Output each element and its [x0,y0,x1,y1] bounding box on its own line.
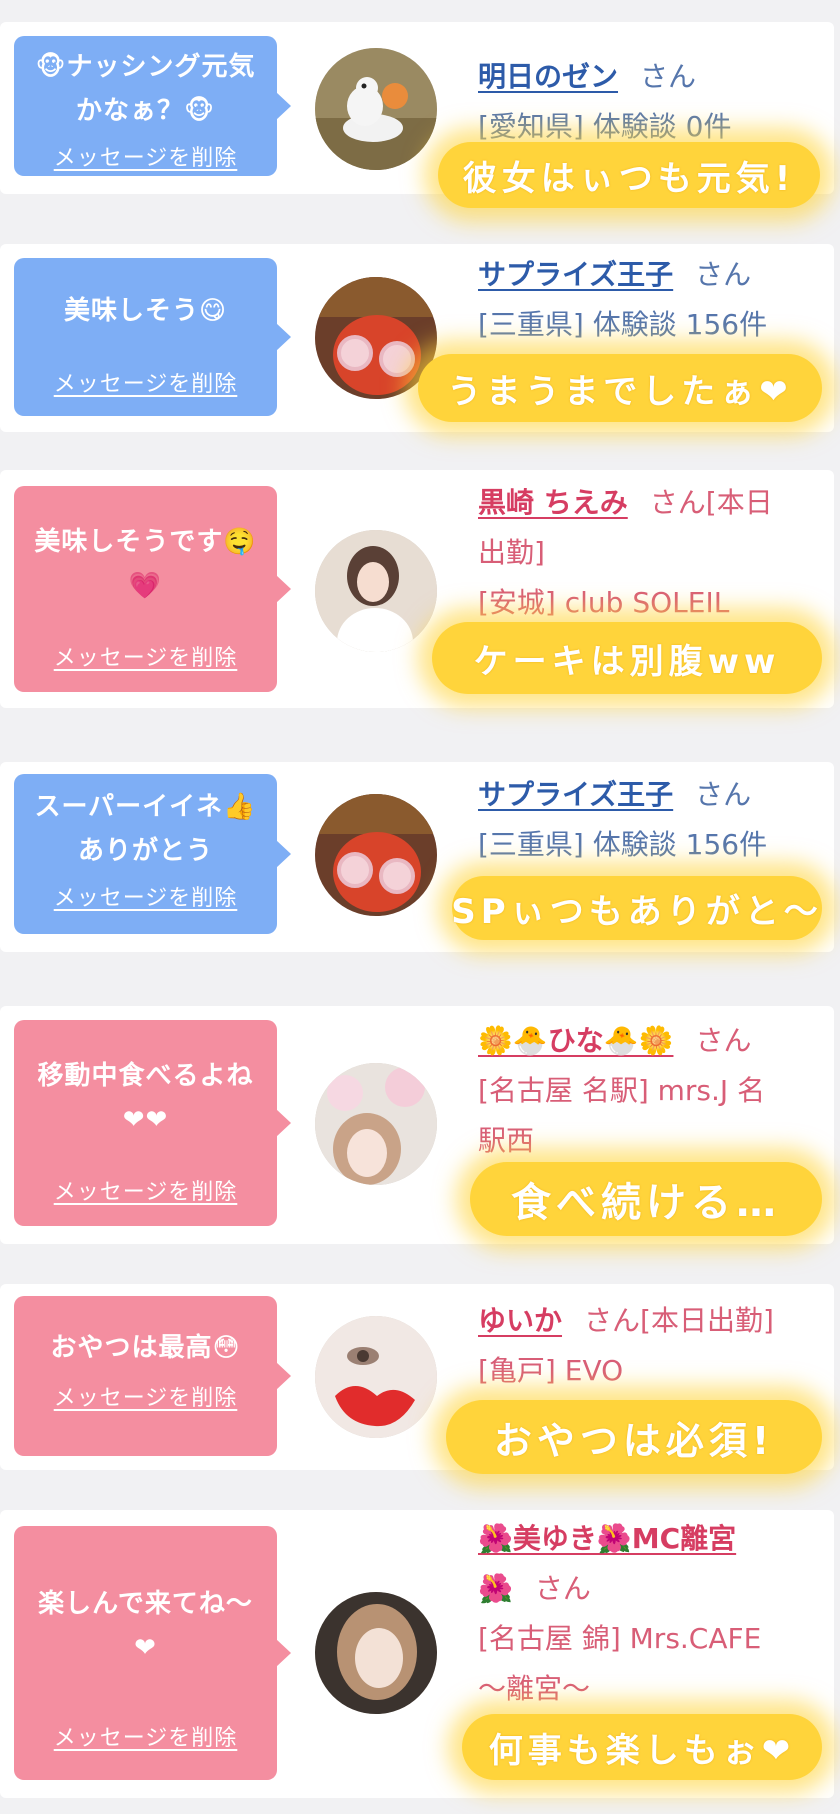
user-name-link[interactable]: ゆいか [478,1304,562,1337]
message-bubble: 移動中食べるよね ❤❤ メッセージを削除 [14,1020,291,1226]
delete-message-link[interactable]: メッセージを削除 [14,1720,277,1752]
message-card: 移動中食べるよね ❤❤ メッセージを削除 🌼🐣ひな🐣🌼 さん [名古屋 名駅] m… [0,1006,834,1244]
user-detail: 駅西 [478,1124,535,1157]
woman-photo-icon [315,530,437,652]
user-name-link[interactable]: 🌺美ゆき🌺MC離宮 [478,1522,736,1555]
person-with-glasses-icon [315,794,437,916]
flower-emoji: 🌺 [478,1572,513,1605]
user-info: 🌼🐣ひな🐣🌼 さん [名古屋 名駅] mrs.J 名 駅西 [478,1016,822,1166]
delete-message-link[interactable]: メッセージを削除 [14,140,277,172]
avatar[interactable] [315,794,437,916]
handwritten-sticker: ケーキは別腹ww [432,622,822,694]
delete-message-link[interactable]: メッセージを削除 [14,880,277,912]
message-text: スーパーイイネ👍 ありがとう [34,792,257,866]
delete-message-link[interactable]: メッセージを削除 [14,366,277,398]
message-text: 美味しそうです🤤 💗 [34,527,257,601]
snake-plush-icon [315,48,437,170]
delete-message-link[interactable]: メッセージを削除 [14,640,277,672]
message-card: 美味しそう😋 メッセージを削除 サプライズ王子 さん [三重県] 体験談 156件… [0,244,834,432]
message-card: 美味しそうです🤤 💗 メッセージを削除 黒崎 ちえみ さん[本日 出勤] [安城]… [0,470,834,708]
message-bubble: 🐵ナッシング元気 かなぁ？🐵 メッセージを削除 [14,36,291,176]
message-bubble: 美味しそうです🤤 💗 メッセージを削除 [14,486,291,692]
message-bubble: 美味しそう😋 メッセージを削除 [14,258,291,416]
user-info: 黒崎 ちえみ さん[本日 出勤] [安城] club SOLEIL [478,478,822,628]
user-detail: [三重県] 体験談 156件 [478,828,768,861]
message-bubble: おやつは最高😳 メッセージを削除 [14,1296,291,1456]
user-detail: [名古屋 錦] Mrs.CAFE [478,1622,762,1655]
handwritten-sticker: おやつは必須! [446,1400,822,1474]
message-card: おやつは最高😳 メッセージを削除 ゆいか さん[本日出勤] [亀戸] EVO おや… [0,1284,834,1474]
message-text: 🐵ナッシング元気 かなぁ？🐵 [35,52,256,126]
avatar[interactable] [315,530,437,652]
woman-portrait-icon [315,1592,437,1714]
user-info: サプライズ王子 さん [三重県] 体験談 156件 [478,770,822,870]
message-text: 移動中食べるよね ❤❤ [37,1061,254,1135]
user-detail: [亀戸] EVO [478,1354,624,1387]
user-info: ゆいか さん[本日出勤] [亀戸] EVO [478,1296,822,1396]
handwritten-sticker: 彼女はぃつも元気! [438,142,820,208]
user-info: サプライズ王子 さん [三重県] 体験談 156件 [478,250,822,350]
avatar[interactable] [315,1592,437,1714]
avatar[interactable] [315,1316,437,1438]
user-name-link[interactable]: 明日のゼン [478,60,618,93]
handwritten-sticker: 食べ続ける… [470,1162,822,1236]
message-bubble: スーパーイイネ👍 ありがとう メッセージを削除 [14,774,291,934]
delete-message-link[interactable]: メッセージを削除 [14,1380,277,1412]
user-detail: [安城] club SOLEIL [478,586,730,619]
user-detail: [名古屋 名駅] mrs.J 名 [478,1074,766,1107]
message-card: 🐵ナッシング元気 かなぁ？🐵 メッセージを削除 明日のゼン さん [愛知県] 体験… [0,22,834,208]
handwritten-sticker: SPぃつもありがと〜 [451,876,822,940]
handwritten-sticker: うまうまでしたぁ❤ [418,354,822,422]
user-detail: 〜離宮〜 [478,1672,591,1705]
message-text: 美味しそう😋 [63,296,228,326]
woman-closeup-icon [315,1316,437,1438]
message-bubble: 楽しんで来てね〜 ❤ メッセージを削除 [14,1526,291,1780]
woman-blossom-icon [315,1063,437,1185]
delete-message-link[interactable]: メッセージを削除 [14,1174,277,1206]
user-name-link[interactable]: 🌼🐣ひな🐣🌼 [478,1024,673,1057]
user-name-link[interactable]: サプライズ王子 [478,778,673,811]
handwritten-sticker: 何事も楽しもぉ❤ [462,1714,822,1780]
user-info: 明日のゼン さん [愛知県] 体験談 0件 [478,52,822,152]
message-card: スーパーイイネ👍 ありがとう メッセージを削除 サプライズ王子 さん [三重県] … [0,762,834,952]
avatar[interactable] [315,48,437,170]
avatar[interactable] [315,1063,437,1185]
user-detail: 出勤] [478,536,545,569]
message-card: 楽しんで来てね〜 ❤ メッセージを削除 🌺美ゆき🌺MC離宮 🌺 さん [名古屋 錦… [0,1510,834,1798]
user-detail: [三重県] 体験談 156件 [478,308,768,341]
message-text: 楽しんで来てね〜 ❤ [38,1589,253,1663]
user-name-link[interactable]: サプライズ王子 [478,258,673,291]
user-name-link[interactable]: 黒崎 ちえみ [478,486,628,519]
user-info: 🌺美ゆき🌺MC離宮 🌺 さん [名古屋 錦] Mrs.CAFE 〜離宮〜 [478,1514,822,1714]
